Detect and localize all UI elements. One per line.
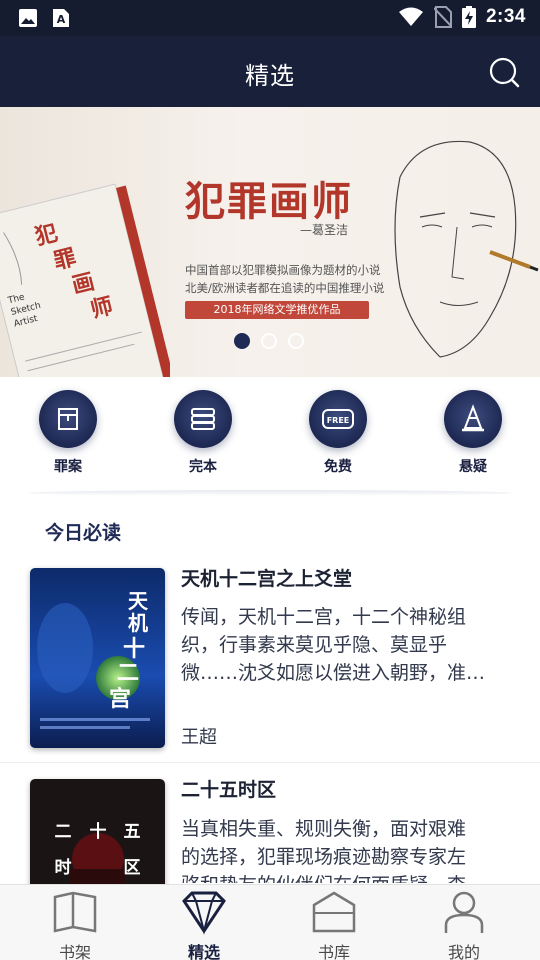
- top-app-bar: 精选: [0, 36, 540, 107]
- profile-icon: [444, 891, 484, 933]
- book-description-line: 织，行事素来莫见乎隐、莫显乎: [181, 634, 448, 656]
- category-row: 罪案 完本 FREE 免费 悬疑: [0, 390, 540, 490]
- library-bag-icon: [312, 891, 356, 933]
- clock: 2:34: [485, 6, 526, 27]
- book-cover[interactable]: 天 机 十 二 宫: [30, 568, 165, 748]
- nav-label: 书架: [58, 943, 91, 960]
- svg-text:十: 十: [123, 636, 145, 662]
- nav-featured[interactable]: 精选: [154, 885, 254, 960]
- book-title[interactable]: 二十五时区: [181, 775, 276, 802]
- sketch-face-illustration: [394, 140, 539, 358]
- page-title: 精选: [245, 62, 295, 90]
- svg-text:天: 天: [128, 589, 149, 613]
- banner-tagline-1: 中国首部以犯罪模拟画像为题材的小说: [185, 263, 381, 277]
- nav-label: 精选: [187, 943, 220, 960]
- category-label: 免费: [324, 459, 352, 475]
- promo-banner[interactable]: 犯 罪 画 师 The Sketch Artist 犯罪画师 —葛圣洁 中国首部…: [0, 107, 540, 377]
- no-sim-icon: [433, 6, 452, 28]
- book-description: 当真相失重、规则失衡，面对艰难 的选择，犯罪现场痕迹勘察专家左 骆和挚友的伙伴们…: [181, 815, 503, 883]
- nav-profile[interactable]: 我的: [414, 885, 514, 960]
- svg-text:区: 区: [124, 858, 141, 878]
- book-description-line: 传闻，天机十二宫，十二个神秘组: [181, 606, 467, 628]
- book-author: 王超: [181, 727, 217, 748]
- category-suspense[interactable]: 悬疑: [433, 390, 513, 476]
- book-description-line: 的选择，犯罪现场痕迹勘察专家左: [181, 846, 467, 868]
- free-badge-icon: FREE: [322, 409, 354, 429]
- search-icon[interactable]: [488, 56, 520, 88]
- svg-text:二: 二: [55, 822, 72, 842]
- nav-bookshelf[interactable]: 书架: [25, 885, 125, 960]
- wifi-icon: [398, 7, 423, 26]
- case-file-icon: [58, 408, 78, 430]
- carousel-dot[interactable]: [288, 333, 304, 349]
- carousel-dot[interactable]: [234, 333, 250, 349]
- battery-charging-icon: [461, 6, 476, 28]
- category-complete[interactable]: 完本: [163, 390, 243, 476]
- svg-text:宫: 宫: [109, 686, 131, 712]
- book-cover-art: 天 机 十 二 宫: [30, 568, 165, 748]
- banner-tagline-2: 北美/欧洲读者都在追读的中国推理小说: [185, 281, 385, 295]
- svg-text:二: 二: [117, 660, 139, 686]
- category-label: 完本: [189, 459, 217, 475]
- book-description-line: 微……沈爻如愿以偿进入朝野，准…: [181, 662, 486, 684]
- svg-text:时: 时: [55, 858, 72, 878]
- book-description-line: 当真相失重、规则失衡，面对艰难: [181, 818, 467, 840]
- svg-text:五: 五: [124, 822, 141, 842]
- carousel-dot[interactable]: [261, 333, 277, 349]
- category-label: 悬疑: [459, 459, 487, 475]
- banner-author: —葛圣洁: [300, 223, 349, 237]
- status-bar: A 2:34: [0, 0, 540, 36]
- category-free[interactable]: FREE 免费: [298, 390, 378, 476]
- nav-label: 书库: [317, 943, 350, 960]
- book-title[interactable]: 天机十二宫之上爻堂: [181, 564, 352, 591]
- a-icon: A: [53, 9, 69, 27]
- nav-label: 我的: [447, 943, 480, 960]
- diamond-icon: [182, 891, 226, 935]
- banner-award-tag: 2018年网络文学推优作品: [185, 301, 369, 319]
- image-icon: [19, 9, 37, 27]
- bottom-navigation: 书架 精选 书库 我的: [0, 884, 540, 960]
- bookshelf-icon: [53, 891, 97, 933]
- svg-text:十: 十: [90, 821, 107, 842]
- svg-text:FREE: FREE: [327, 416, 350, 425]
- book-stack-icon: [191, 408, 215, 430]
- list-separator: [0, 762, 540, 763]
- book-description: 传闻，天机十二宫，十二个神秘组 织，行事素来莫见乎隐、莫显乎 微……沈爻如愿以偿…: [181, 603, 503, 687]
- category-label: 罪案: [54, 459, 82, 475]
- banner-title: 犯罪画师: [185, 178, 353, 225]
- carousel-indicator: [234, 333, 304, 349]
- nav-library[interactable]: 书库: [284, 885, 384, 960]
- book-description-line: 骆和挚友的伙伴们在何面质疑，查: [181, 871, 503, 883]
- category-crime[interactable]: 罪案: [28, 390, 108, 476]
- svg-text:机: 机: [128, 611, 148, 635]
- book-cover-illustration: 犯 罪 画 师 The Sketch Artist: [0, 183, 170, 377]
- traffic-cone-icon: [462, 404, 484, 432]
- section-title: 今日必读: [45, 522, 122, 544]
- divider: [28, 490, 512, 496]
- svg-text:A: A: [57, 13, 66, 26]
